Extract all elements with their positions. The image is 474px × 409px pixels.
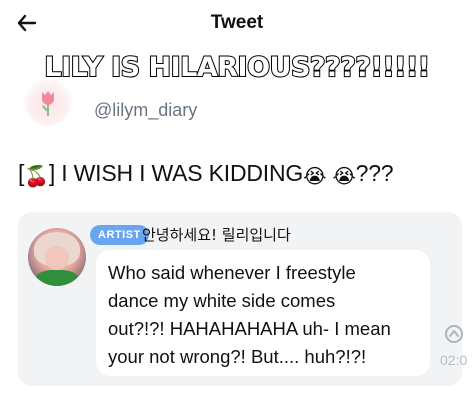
tweet-text: [🍒] I WISH I WAS KIDDING😭 😭??? (18, 160, 394, 189)
message-line: dance my white side comes (108, 290, 336, 311)
page-title: Tweet (210, 12, 264, 33)
message-line: your not wrong?! But.... huh?!?! (108, 346, 367, 367)
author-avatar[interactable] (24, 78, 72, 126)
author-handle[interactable]: @lilym_diary (94, 100, 197, 121)
artist-greeting: 안녕하세요! 릴리입니다 (142, 226, 291, 244)
crying-face-icon-2: 😭 (332, 166, 356, 188)
tweet-suffix: ??? (355, 160, 394, 186)
tulip-icon (42, 91, 54, 116)
tweet-body: ] I WISH I WAS KIDDING (48, 160, 304, 186)
message-line: Who said whenever I freestyle (108, 262, 356, 283)
top-bar: Tweet (0, 0, 474, 46)
artist-badge: ARTIST (90, 225, 149, 245)
message-line: out?!?! HAHAHAHAHA uh- I mean (108, 318, 391, 339)
crying-face-icon: 😭 (303, 166, 327, 188)
artist-avatar[interactable] (28, 228, 86, 286)
cherry-icon: 🍒 (24, 166, 49, 188)
reply-arrow-icon[interactable] (444, 324, 464, 344)
author-row: @lilym_diary (24, 76, 324, 126)
overlay-caption: LILY IS HILARIOUS????!!!!! (43, 51, 431, 84)
timestamp: 02:0 (440, 352, 468, 368)
artist-message-card[interactable]: ARTIST 안녕하세요! 릴리입니다 Who said whenever I … (18, 212, 467, 386)
message-bubble: Who said whenever I freestyle dance my w… (96, 250, 430, 376)
